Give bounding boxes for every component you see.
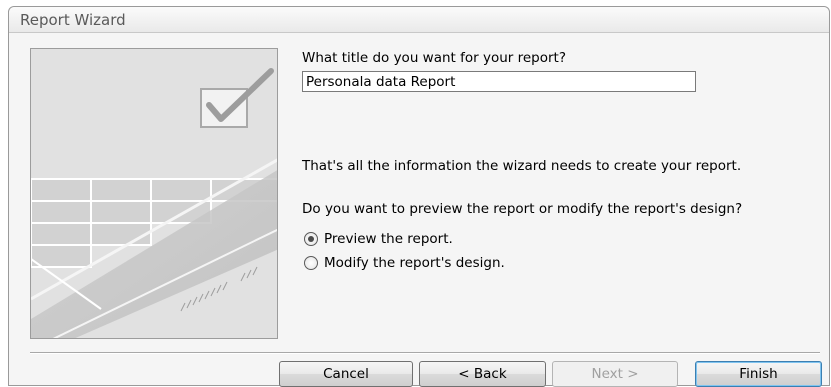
preview-radio-button[interactable] (304, 232, 318, 246)
info-text: That's all the information the wizard ne… (302, 158, 742, 174)
wizard-content: What title do you want for your report? … (9, 33, 829, 387)
report-title-input[interactable] (302, 71, 696, 92)
report-wizard-window: Report Wizard What title do you want for… (8, 6, 830, 387)
modify-option-label: Modify the report's design. (324, 255, 505, 271)
preview-option-label: Preview the report. (324, 231, 453, 247)
preview-report-option[interactable]: Preview the report. (304, 231, 453, 247)
next-button[interactable]: Next > (552, 361, 678, 387)
back-button[interactable]: < Back (419, 361, 546, 387)
title-question-label: What title do you want for your report? (302, 50, 567, 66)
finish-button[interactable]: Finish (695, 361, 822, 387)
illustration-graphic (31, 49, 277, 338)
footer-divider (30, 352, 820, 354)
modify-design-option[interactable]: Modify the report's design. (304, 255, 505, 271)
modify-radio-button[interactable] (304, 256, 318, 270)
cancel-button[interactable]: Cancel (279, 361, 413, 387)
window-title: Report Wizard (20, 11, 126, 29)
title-bar: Report Wizard (9, 7, 829, 33)
wizard-illustration (30, 48, 278, 339)
preview-question-label: Do you want to preview the report or mod… (302, 201, 743, 217)
